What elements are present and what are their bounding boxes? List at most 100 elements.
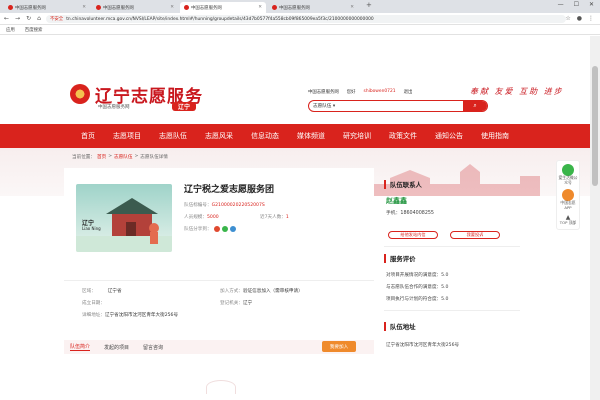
browser-tab[interactable]: 中国志愿服务网 ✕ bbox=[92, 2, 178, 13]
browser-tab[interactable]: 中国志愿服务网 ✕ bbox=[4, 2, 90, 13]
insecure-warning[interactable]: 不安全 bbox=[50, 16, 63, 22]
team-share: 队伍分享到： bbox=[184, 227, 212, 232]
bookmark-baidu[interactable]: 百度搜索 bbox=[25, 27, 43, 33]
team-members: 人员规模：5000 bbox=[184, 215, 219, 220]
breadcrumb-home[interactable]: 首页 bbox=[97, 154, 106, 160]
maximize-icon[interactable]: ☐ bbox=[574, 1, 579, 8]
breadcrumb-current: 志愿队伍详情 bbox=[140, 155, 168, 160]
home-icon[interactable]: ⌂ bbox=[37, 15, 41, 22]
nav-buttons: ← → ↻ ⌂ bbox=[4, 15, 41, 22]
breadcrumb-teams[interactable]: 志愿队伍 bbox=[114, 154, 132, 160]
close-window-icon[interactable]: ✕ bbox=[589, 1, 594, 8]
back-to-top[interactable]: ▲ TOP 顶部 bbox=[560, 214, 576, 226]
username-link[interactable]: shibowen0721 bbox=[364, 89, 396, 95]
browser-tab[interactable]: 中国志愿服务网 ✕ bbox=[268, 2, 358, 13]
team-card: 辽宁 Liao Ning 辽宁税之爱志愿服务团 队伍标编号：G210000202… bbox=[64, 168, 374, 353]
breadcrumb-prefix: 当前位置： bbox=[72, 155, 95, 160]
breadcrumb: 当前位置： 首页 > 志愿队伍 > 志愿队伍详情 bbox=[72, 154, 168, 160]
search-scope-select[interactable]: 志愿队伍 ▾ bbox=[309, 103, 339, 109]
nav-policy[interactable]: 政策文件 bbox=[380, 131, 426, 141]
nav-guide[interactable]: 使用指南 bbox=[472, 131, 518, 141]
detail-address: 详细地址：辽宁省沈阳市沈河区青年大街256号 bbox=[82, 313, 179, 318]
team-name: 辽宁税之爱志愿服务团 bbox=[184, 185, 275, 195]
nav-notices[interactable]: 通知公告 bbox=[426, 131, 472, 141]
logout-link[interactable]: 退出 bbox=[404, 89, 413, 95]
forward-icon[interactable]: → bbox=[15, 15, 20, 22]
tab-intro[interactable]: 队伍简介 bbox=[70, 343, 91, 351]
tab-messages[interactable]: 留言咨询 bbox=[143, 344, 163, 351]
detail-authority: 登记机关：辽宁 bbox=[220, 301, 253, 306]
breadcrumb-sep: > bbox=[134, 154, 139, 159]
star-icon[interactable]: ☆ bbox=[565, 15, 570, 22]
watermark-decoration bbox=[206, 380, 236, 394]
nav-teams[interactable]: 志愿队伍 bbox=[150, 131, 196, 141]
close-tab-icon[interactable]: ✕ bbox=[258, 5, 262, 10]
welcome-text: 您好 bbox=[346, 90, 356, 95]
section-divider bbox=[384, 310, 520, 311]
menu-icon[interactable]: ⋮ bbox=[588, 15, 594, 22]
contact-name: 赵鑫鑫 bbox=[386, 197, 407, 205]
float-wechat[interactable]: 爱生活微公众号 bbox=[557, 164, 579, 185]
emblem-icon[interactable] bbox=[70, 84, 90, 104]
evaluation-section-title: 服务评价 bbox=[384, 254, 524, 263]
address-section-title: 队伍地址 bbox=[384, 322, 524, 331]
nav-news[interactable]: 信息动态 bbox=[242, 131, 288, 141]
tab-projects[interactable]: 发起的项目 bbox=[104, 344, 129, 351]
team-id: 队伍标编号：G2100002022052007S bbox=[184, 203, 265, 208]
address-title-wrap: 队伍地址 bbox=[384, 322, 524, 331]
favicon-icon bbox=[96, 5, 101, 10]
qq-icon[interactable] bbox=[230, 226, 236, 232]
page-scrollbar[interactable] bbox=[590, 36, 600, 400]
new-tab-icon[interactable]: + bbox=[366, 1, 372, 9]
team-address: 辽宁省沈阳市沈河区青年大街256号 bbox=[386, 343, 460, 348]
close-tab-icon[interactable]: ✕ bbox=[82, 5, 86, 10]
browser-tab-active[interactable]: 中国志愿服务网 ✕ bbox=[180, 2, 266, 13]
report-button[interactable]: 我要投诉 bbox=[450, 231, 500, 239]
nav-home[interactable]: 首页 bbox=[72, 131, 104, 141]
favicon-icon bbox=[184, 5, 189, 10]
site-subtitle: 中国志愿服务网 bbox=[98, 105, 130, 110]
site-link[interactable]: 中国志愿服务网 bbox=[308, 89, 339, 95]
scroll-thumb[interactable] bbox=[592, 66, 598, 186]
join-button[interactable]: 我要加入 bbox=[322, 341, 356, 352]
close-tab-icon[interactable]: ✕ bbox=[350, 5, 354, 10]
profile-icon[interactable]: ● bbox=[577, 15, 582, 22]
search-icon[interactable]: ⌕ bbox=[463, 101, 487, 111]
evaluation-line: 与志愿队伍合作的满意度：5.0 bbox=[386, 285, 449, 290]
url-field[interactable]: 不安全 tn.chinavolunteer.mca.gov.cn/NVSI/LE… bbox=[46, 15, 566, 23]
share-icons bbox=[214, 226, 236, 232]
contact-section-title-wrap: 队伍联系人 bbox=[384, 180, 524, 189]
contact-phone: 手机：18604008255 bbox=[386, 211, 434, 216]
minimize-icon[interactable]: — bbox=[558, 1, 564, 8]
bookmark-apps[interactable]: 应用 bbox=[6, 27, 15, 33]
team-recent: 近7天人数：1 bbox=[260, 215, 289, 220]
site-header: 辽宁志愿服务 中国志愿服务网 辽宁 中国志愿服务网 您好 shibowen072… bbox=[0, 36, 590, 124]
slogan: 奉献 友爱 互助 进步 bbox=[470, 87, 564, 96]
address-bar: ← → ↻ ⌂ 不安全 tn.chinavolunteer.mca.gov.cn… bbox=[0, 13, 600, 25]
browser-tab-bar: 中国志愿服务网 ✕ 中国志愿服务网 ✕ 中国志愿服务网 ✕ 中国志愿服务网 ✕ … bbox=[0, 0, 600, 13]
reload-icon[interactable]: ↻ bbox=[26, 15, 31, 22]
search-input[interactable] bbox=[339, 101, 463, 111]
detail-join: 加入方式：验证信息加入（需审核申请） bbox=[220, 289, 303, 294]
close-tab-icon[interactable]: ✕ bbox=[170, 5, 174, 10]
favicon-icon bbox=[272, 5, 277, 10]
nav-media[interactable]: 媒体频道 bbox=[288, 131, 334, 141]
wechat-icon[interactable] bbox=[222, 226, 228, 232]
float-app[interactable]: 中国志愿APP bbox=[557, 189, 579, 210]
url-text: tn.chinavolunteer.mca.gov.cn/NVSI/LEAP/s… bbox=[66, 16, 374, 22]
nav-showcase[interactable]: 志愿风采 bbox=[196, 131, 242, 141]
send-message-button[interactable]: 给他发站内信 bbox=[388, 231, 438, 239]
evaluation-line: 对项目开展情况的满意度：5.0 bbox=[386, 273, 449, 278]
top-links: 中国志愿服务网 您好 shibowen0721 退出 bbox=[308, 89, 412, 95]
section-divider bbox=[64, 280, 374, 281]
contact-section-title: 队伍联系人 bbox=[384, 180, 524, 189]
evaluation-line: 项目执行与计划的符合度：5.0 bbox=[386, 297, 449, 302]
weibo-icon[interactable] bbox=[214, 226, 220, 232]
nav-projects[interactable]: 志愿项目 bbox=[104, 131, 150, 141]
detail-founded: 成立日期： bbox=[82, 301, 105, 306]
web-page: 辽宁志愿服务 中国志愿服务网 辽宁 中国志愿服务网 您好 shibowen072… bbox=[0, 36, 590, 400]
nav-training[interactable]: 研究培训 bbox=[334, 131, 380, 141]
browser-actions: ☆ ● ⋮ bbox=[565, 15, 594, 22]
back-icon[interactable]: ← bbox=[4, 15, 9, 22]
breadcrumb-sep: > bbox=[108, 154, 113, 159]
